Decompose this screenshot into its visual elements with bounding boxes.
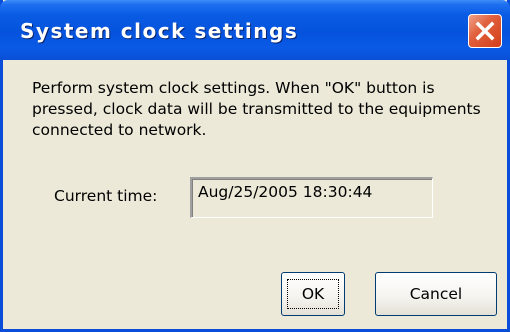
ok-button-label: OK — [301, 285, 325, 303]
cancel-button-label: Cancel — [409, 285, 463, 303]
current-time-label: Current time: — [54, 187, 158, 205]
cancel-button[interactable]: Cancel — [375, 272, 497, 316]
close-button[interactable] — [468, 14, 502, 48]
system-clock-settings-dialog: System clock settings Perform system clo… — [0, 0, 510, 332]
close-icon — [475, 21, 495, 41]
current-time-field: Aug/25/2005 18:30:44 — [190, 177, 433, 218]
dialog-message: Perform system clock settings. When "OK"… — [32, 79, 481, 139]
current-time-value: Aug/25/2005 18:30:44 — [198, 183, 373, 201]
ok-button[interactable]: OK — [281, 272, 345, 316]
dialog-title: System clock settings — [20, 19, 299, 43]
title-bar[interactable]: System clock settings — [0, 0, 510, 60]
